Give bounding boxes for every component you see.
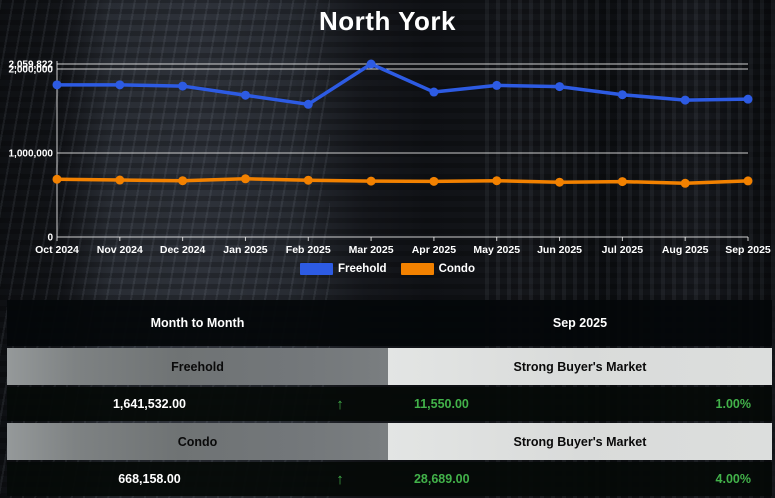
condo-change-percent: 4.00% — [715, 472, 751, 486]
x-axis-label: Nov 2024 — [97, 244, 143, 256]
condo-data-point — [429, 176, 439, 186]
x-axis-label: Sep 2025 — [725, 244, 771, 256]
header-current-month: Sep 2025 — [552, 316, 608, 330]
condo-line — [55, 177, 750, 186]
freehold-data-point — [492, 80, 502, 90]
x-axis-label: May 2025 — [473, 244, 520, 256]
condo-label: Condo — [177, 434, 218, 449]
freehold-data-point — [303, 99, 313, 109]
condo-data-point — [617, 177, 627, 187]
price-trend-chart: 01,000,0002,000,0002,059,822Oct 2024 Nov … — [9, 59, 771, 256]
legend-label-condo: Condo — [438, 263, 475, 275]
market-summary-table: Month to Month Sep 2025 Freehold Strong … — [7, 300, 772, 498]
freehold-market-status: Strong Buyer's Market — [513, 359, 647, 374]
y-axis-label: 0 — [47, 233, 53, 244]
condo-data-point — [555, 177, 565, 187]
x-axis-label: Feb 2025 — [286, 244, 331, 256]
condo-data-point — [303, 175, 313, 185]
legend-item-condo[interactable]: Condo — [400, 263, 475, 275]
freehold-data-point — [52, 80, 62, 90]
freehold-data-point — [617, 90, 627, 100]
header-month-to-month: Month to Month — [150, 316, 245, 330]
freehold-data-point — [555, 82, 565, 92]
condo-data-point — [743, 176, 753, 186]
condo-data-point — [178, 176, 188, 186]
freehold-change-amount: 11,550.00 — [413, 397, 469, 411]
freehold-label: Freehold — [171, 359, 224, 374]
freehold-swatch-icon — [300, 263, 334, 275]
freehold-data-point — [680, 95, 690, 105]
freehold-data-point — [115, 80, 125, 90]
freehold-data-point — [178, 81, 188, 91]
freehold-line — [55, 62, 750, 107]
freehold-change-percent: 1.00% — [715, 397, 751, 411]
condo-change-amount: 28,689.00 — [413, 472, 470, 486]
condo-market-status: Strong Buyer's Market — [513, 434, 647, 449]
x-axis-label: Jun 2025 — [537, 244, 582, 256]
x-axis-label: Mar 2025 — [349, 244, 394, 256]
y-axis-label: 2,059,822 — [9, 60, 54, 71]
condo-price: 668,158.00 — [118, 472, 181, 486]
freehold-label-row: Freehold Strong Buyer's Market — [7, 348, 772, 385]
condo-data-point — [52, 174, 62, 184]
condo-data-point — [492, 176, 502, 186]
x-axis-label: Jul 2025 — [602, 244, 644, 256]
chart-legend: Freehold Condo — [0, 263, 775, 275]
condo-up-arrow-icon: ↑ — [336, 470, 344, 488]
legend-item-freehold[interactable]: Freehold — [300, 263, 387, 275]
x-axis-label: Dec 2024 — [160, 244, 206, 256]
x-axis-label: Oct 2024 — [35, 244, 79, 256]
freehold-value-row: 1,641,532.00 ↑ 11,550.00 1.00% — [7, 387, 772, 421]
condo-swatch-icon — [400, 263, 434, 275]
x-axis-label: Aug 2025 — [662, 244, 709, 256]
legend-label-freehold: Freehold — [338, 263, 387, 275]
condo-data-point — [240, 174, 250, 184]
condo-data-point — [366, 176, 376, 186]
freehold-price: 1,641,532.00 — [112, 397, 186, 411]
freehold-data-point — [240, 90, 250, 100]
table-header-row: Month to Month Sep 2025 — [7, 300, 772, 346]
condo-value-row: 668,158.00 ↑ 28,689.00 4.00% — [7, 462, 772, 496]
x-axis-label: Jan 2025 — [223, 244, 268, 256]
condo-data-point — [115, 175, 125, 185]
condo-label-row: Condo Strong Buyer's Market — [7, 423, 772, 460]
freehold-data-point — [366, 59, 376, 69]
y-axis-label: 1,000,000 — [9, 149, 54, 160]
freehold-data-point — [429, 87, 439, 97]
freehold-up-arrow-icon: ↑ — [336, 395, 344, 413]
x-axis-label: Apr 2025 — [412, 244, 457, 256]
page-title: North York — [319, 6, 456, 36]
condo-data-point — [680, 178, 690, 188]
freehold-data-point — [743, 94, 753, 104]
